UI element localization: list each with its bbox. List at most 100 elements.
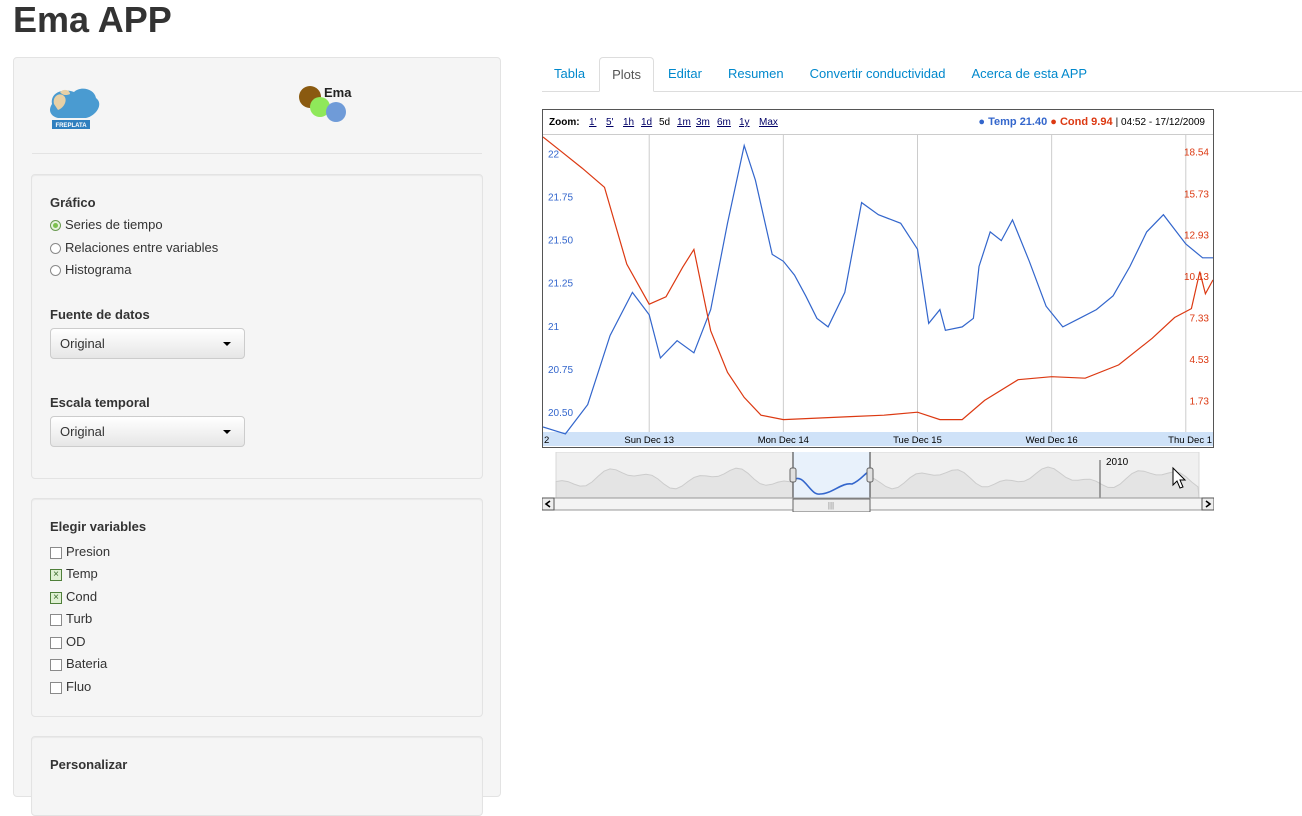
logo-divider: [32, 153, 482, 154]
checkbox-bateria[interactable]: [50, 659, 62, 671]
tab-convertir-conductividad[interactable]: Convertir conductividad: [798, 57, 958, 91]
x-tick-label: Wed Dec 16: [1026, 435, 1078, 446]
left-axis-tick: 20.50: [548, 408, 573, 419]
variable-option-cond[interactable]: × Cond: [50, 586, 97, 606]
zoom-option-3[interactable]: 1d: [641, 117, 652, 128]
right-axis-tick: 15.73: [1184, 189, 1209, 200]
right-axis-tick: 4.53: [1190, 355, 1210, 366]
grafico-option-series[interactable]: Series de tiempo: [50, 214, 163, 234]
radio-relaciones[interactable]: [50, 243, 61, 254]
variable-label: Temp: [66, 566, 98, 581]
right-axis-tick: 12.93: [1184, 231, 1209, 242]
series-line-temp: [543, 143, 1213, 435]
left-axis-tick: 21.50: [548, 236, 573, 247]
right-axis-tick: 10.13: [1184, 272, 1209, 283]
variable-label: OD: [66, 633, 86, 649]
grafico-option-label: Relaciones entre variables: [65, 239, 219, 255]
caret-down-icon: [223, 430, 231, 434]
radio-histograma[interactable]: [50, 265, 61, 276]
scroll-right-button[interactable]: [1201, 497, 1214, 511]
left-axis-tick: 22: [548, 149, 560, 160]
x-tick-label: Thu Dec 1: [1168, 435, 1212, 446]
fuente-select[interactable]: Original: [50, 328, 245, 359]
freplata-logo-text: FREPLATA: [55, 123, 87, 129]
sidebar-panel: FREPLATA Ema Gráfico Series de tiempo Re…: [13, 57, 501, 816]
ema-logo-text: Ema: [324, 85, 352, 100]
zoom-option-9[interactable]: Max: [759, 117, 778, 128]
variable-label: Bateria: [66, 656, 108, 671]
left-axis-tick: 21.75: [548, 192, 573, 203]
grafico-option-histograma[interactable]: Histograma: [50, 259, 131, 279]
variables-well: Elegir variables Presion × Temp × Cond Turb OD…: [31, 498, 483, 717]
escala-select[interactable]: Original: [50, 416, 245, 447]
grafico-label: Gráfico: [50, 195, 96, 210]
tab-resumen[interactable]: Resumen: [716, 57, 796, 91]
main-tabs: Tabla Plots Editar Resumen Convertir con…: [542, 57, 1302, 92]
x-tick-label: Mon Dec 14: [758, 435, 809, 446]
range-navigator[interactable]: 2010 |||: [542, 452, 1214, 512]
checkbox-temp[interactable]: ×: [50, 569, 62, 581]
x-tick-label: Tue Dec 15: [893, 435, 942, 446]
variable-label: Fluo: [66, 678, 92, 694]
escala-select-value: Original: [60, 424, 105, 439]
fuente-select-value: Original: [60, 336, 105, 351]
navigator-right-handle[interactable]: [866, 467, 874, 483]
freplata-logo: FREPLATA: [50, 88, 100, 129]
left-axis-tick: 21.25: [548, 279, 573, 290]
x-tick-label: Sun Dec 13: [624, 435, 674, 446]
navigator-left-handle[interactable]: [789, 467, 797, 483]
checkbox-turb[interactable]: [50, 614, 62, 626]
legend-cond-dot: ●: [1050, 116, 1060, 128]
legend-timestamp: 04:52 - 17/12/2009: [1121, 117, 1205, 128]
zoom-option-5[interactable]: 1m: [677, 117, 691, 128]
tab-editar[interactable]: Editar: [656, 57, 714, 91]
variable-option-od[interactable]: OD: [50, 631, 86, 651]
checkbox-od[interactable]: [50, 636, 62, 649]
chart-legend: ● Temp 21.40 ● Cond 9.94 | 04:52 - 17/12…: [978, 116, 1205, 128]
grafico-option-label: Histograma: [65, 261, 132, 277]
variable-option-bateria[interactable]: Bateria: [50, 654, 107, 674]
tab-plots[interactable]: Plots: [599, 57, 654, 92]
navigator-scrollbar[interactable]: [542, 497, 1214, 511]
zoom-option-0[interactable]: 1': [589, 117, 596, 128]
ema-logo: Ema: [299, 85, 352, 122]
tab-acerca[interactable]: Acerca de esta APP: [959, 57, 1099, 91]
zoom-option-8[interactable]: 1y: [739, 117, 750, 128]
legend-cond-label: Cond: [1059, 116, 1089, 128]
variables-label: Elegir variables: [50, 519, 147, 534]
personalizar-label: Personalizar: [50, 757, 128, 772]
checkbox-presion[interactable]: [50, 546, 62, 559]
zoom-option-1[interactable]: 5': [606, 117, 613, 128]
legend-temp-value: 21.40: [1019, 116, 1048, 128]
zoom-option-7[interactable]: 6m: [717, 117, 731, 128]
grafico-option-relaciones[interactable]: Relaciones entre variables: [50, 237, 218, 257]
scroll-left-button[interactable]: [542, 497, 555, 511]
checkbox-fluo[interactable]: [50, 681, 62, 694]
zoom-option-6[interactable]: 3m: [696, 117, 710, 128]
x-tick-label: 2: [544, 435, 549, 446]
plot-area[interactable]: 2 Sun Dec 13 Mon Dec 14 Tue Dec 15 Wed Dec 1…: [543, 134, 1213, 447]
right-axis-tick: 7.33: [1190, 314, 1210, 325]
escala-label: Escala temporal: [50, 395, 150, 410]
variable-label: Turb: [66, 611, 93, 626]
variable-label: Cond: [66, 588, 98, 604]
scroll-grip-icon: |||: [828, 501, 834, 510]
tab-tabla[interactable]: Tabla: [542, 57, 597, 91]
logo-area: FREPLATA Ema: [14, 58, 500, 154]
grafico-option-label: Series de tiempo: [65, 216, 163, 232]
variable-option-turb[interactable]: Turb: [50, 609, 92, 629]
radio-series-de-tiempo[interactable]: [50, 220, 61, 231]
variable-label: Presion: [66, 543, 111, 559]
legend-temp-label: Temp: [988, 116, 1017, 128]
zoom-bar: Zoom: 1' 5' 1h 1d 5d 1m 3m 6m 1y Max ● Temp 21.40…: [543, 110, 1213, 135]
navigator-year-label: 2010: [1106, 457, 1129, 468]
variable-option-temp[interactable]: × Temp: [50, 564, 98, 584]
checkbox-cond[interactable]: ×: [50, 591, 62, 604]
zoom-option-4[interactable]: 5d: [659, 117, 670, 128]
app-title: Ema APP: [13, 0, 172, 40]
zoom-option-2[interactable]: 1h: [623, 117, 634, 128]
zoom-label: Zoom:: [549, 117, 580, 128]
variable-option-fluo[interactable]: Fluo: [50, 676, 91, 696]
variable-option-presion[interactable]: Presion: [50, 541, 110, 561]
time-series-chart: Zoom: 1' 5' 1h 1d 5d 1m 3m 6m 1y Max ● Temp 21.40…: [542, 109, 1214, 448]
